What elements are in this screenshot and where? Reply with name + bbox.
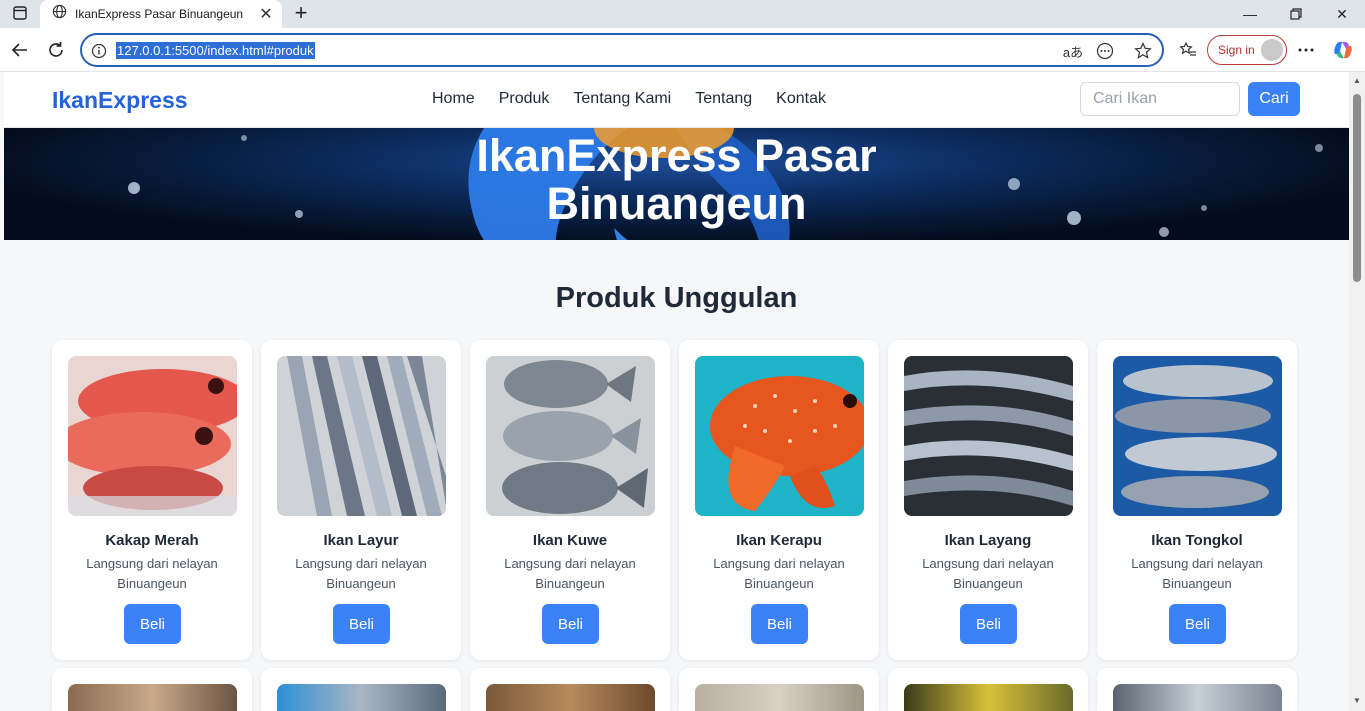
product-image [904, 684, 1073, 711]
hero-title-line-1: IkanExpress Pasar [476, 130, 877, 181]
globe-icon [52, 4, 67, 24]
product-description: Langsung dari nelayan Binuangeun [86, 556, 218, 591]
hero-banner: IkanExpress Pasar Binuangeun [4, 128, 1349, 240]
back-icon[interactable] [6, 36, 34, 64]
brand-logo[interactable]: IkanExpress [52, 87, 188, 114]
product-image-ikan-kerapu [695, 356, 864, 516]
section-title: Produk Unggulan [555, 282, 798, 314]
product-image [68, 684, 237, 711]
refresh-icon[interactable] [42, 36, 70, 64]
product-image-ikan-layur [277, 356, 446, 516]
product-name: Ikan Kerapu [736, 532, 822, 549]
product-description: Langsung dari nelayan Binuangeun [1131, 556, 1263, 591]
scroll-up-icon[interactable]: ▲ [1352, 76, 1362, 86]
product-card: Ikan Kerapu Langsung dari nelayan Binuan… [679, 340, 879, 660]
browser-toolbar: 127.0.0.1:5500/index.html#produk aあ Sign… [0, 28, 1365, 72]
product-name: Ikan Layang [944, 532, 1032, 549]
buy-button[interactable]: Beli [333, 604, 390, 644]
close-tab-icon[interactable]: ✕ [256, 4, 276, 24]
buy-button[interactable]: Beli [751, 604, 808, 644]
product-description: Langsung dari nelayan Binuangeun [713, 556, 845, 591]
buy-button[interactable]: Beli [960, 604, 1017, 644]
product-card: Ikan Kuwe Langsung dari nelayan Binuange… [470, 340, 670, 660]
tab-actions-icon[interactable] [9, 2, 31, 24]
page-scrollbar[interactable]: ▲ ▼ [1349, 72, 1365, 711]
product-card: Kakap Merah Langsung dari nelayan Binuan… [52, 340, 252, 660]
sign-in-label: Sign in [1218, 43, 1255, 57]
info-icon[interactable] [88, 40, 110, 62]
product-image-ikan-layang [904, 356, 1073, 516]
product-card [52, 668, 252, 711]
product-image-ikan-kuwe [486, 356, 655, 516]
site-navbar: IkanExpress Home Produk Tentang Kami Ten… [4, 72, 1349, 128]
restore-icon[interactable] [1273, 0, 1319, 28]
product-name: Ikan Layur [323, 532, 399, 549]
buy-button[interactable]: Beli [1169, 604, 1226, 644]
product-name: Kakap Merah [105, 532, 199, 549]
avatar [1261, 39, 1283, 61]
browser-tab[interactable]: IkanExpress Pasar Binuangeun ✕ [40, 0, 282, 28]
settings-more-icon[interactable] [1292, 36, 1320, 64]
product-card: Ikan Tongkol Langsung dari nelayan Binua… [1097, 340, 1297, 660]
copilot-icon[interactable] [1329, 36, 1357, 64]
browser-tab-bar: IkanExpress Pasar Binuangeun ✕ + — ✕ [0, 0, 1365, 28]
minimize-icon[interactable]: — [1227, 0, 1273, 28]
product-name: Ikan Kuwe [532, 532, 608, 549]
search-button[interactable]: Cari [1248, 82, 1300, 116]
sign-in-button[interactable]: Sign in [1207, 35, 1287, 65]
scrollbar-thumb[interactable] [1353, 94, 1361, 282]
product-card: Ikan Layang Langsung dari nelayan Binuan… [888, 340, 1088, 660]
product-image [695, 684, 864, 711]
nav-link-tentang-kami[interactable]: Tentang Kami [573, 90, 671, 108]
favorites-icon[interactable] [1174, 36, 1202, 64]
page-viewport: IkanExpress Home Produk Tentang Kami Ten… [4, 72, 1349, 711]
close-window-icon[interactable]: ✕ [1319, 0, 1365, 28]
product-image [1113, 684, 1282, 711]
product-description: Langsung dari nelayan Binuangeun [295, 556, 427, 591]
search-input[interactable] [1080, 82, 1240, 116]
nav-links: Home Produk Tentang Kami Tentang Kontak [432, 90, 826, 108]
product-card [888, 668, 1088, 711]
hero-title-line-2: Binuangeun [546, 178, 807, 229]
product-description: Langsung dari nelayan Binuangeun [922, 556, 1054, 591]
url-text[interactable]: 127.0.0.1:5500/index.html#produk [116, 42, 315, 59]
nav-link-produk[interactable]: Produk [499, 90, 550, 108]
product-image-ikan-tongkol [1113, 356, 1282, 516]
buy-button[interactable]: Beli [124, 604, 181, 644]
product-name: Ikan Tongkol [1151, 532, 1243, 549]
product-description: Langsung dari nelayan Binuangeun [504, 556, 636, 591]
product-card [1097, 668, 1297, 711]
more-tools-icon[interactable] [1094, 40, 1116, 62]
nav-link-kontak[interactable]: Kontak [776, 90, 826, 108]
buy-button[interactable]: Beli [542, 604, 599, 644]
product-card [470, 668, 670, 711]
product-image [486, 684, 655, 711]
product-image [277, 684, 446, 711]
product-card [679, 668, 879, 711]
read-aloud-icon[interactable]: aあ [1062, 40, 1084, 62]
nav-link-home[interactable]: Home [432, 90, 475, 108]
address-bar[interactable]: 127.0.0.1:5500/index.html#produk aあ [80, 33, 1164, 67]
hero-title: IkanExpress Pasar Binuangeun [4, 132, 1349, 228]
product-card: Ikan Layur Langsung dari nelayan Binuang… [261, 340, 461, 660]
new-tab-icon[interactable]: + [290, 0, 312, 25]
nav-link-tentang[interactable]: Tentang [695, 90, 752, 108]
favorite-star-icon[interactable] [1132, 40, 1154, 62]
tab-title: IkanExpress Pasar Binuangeun [75, 7, 244, 21]
scroll-down-icon[interactable]: ▼ [1352, 696, 1362, 706]
product-card [261, 668, 461, 711]
product-image-kakap-merah [68, 356, 237, 516]
